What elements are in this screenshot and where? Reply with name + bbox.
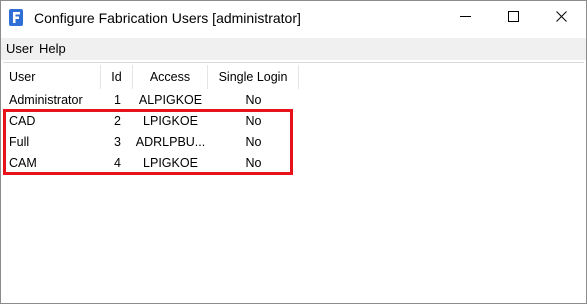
fabrication-users-window: Configure Fabrication Users [administrat…	[0, 0, 587, 304]
minimize-icon	[459, 11, 471, 25]
close-button[interactable]	[538, 1, 584, 35]
title-bar[interactable]: Configure Fabrication Users [administrat…	[1, 1, 586, 37]
maximize-button[interactable]	[490, 1, 536, 35]
cell-access: ALPIGKOE	[138, 93, 203, 107]
list-header: User Id Access Single Login	[3, 65, 299, 89]
fabrication-app-icon	[9, 9, 23, 26]
menu-bar: User Help	[1, 38, 586, 60]
highlight-box	[3, 109, 293, 175]
cell-id: 1	[114, 93, 121, 107]
table-row[interactable]: Administrator 1 ALPIGKOE No	[3, 90, 299, 111]
column-header-id[interactable]: Id	[101, 65, 133, 89]
minimize-button[interactable]	[442, 1, 488, 35]
cell-user: Administrator	[9, 93, 83, 107]
column-header-single-login[interactable]: Single Login	[208, 65, 299, 89]
users-list[interactable]: User Id Access Single Login Administrato…	[3, 62, 584, 302]
column-header-access[interactable]: Access	[133, 65, 208, 89]
menu-user[interactable]: User	[6, 41, 33, 56]
menu-help[interactable]: Help	[39, 41, 66, 56]
window-title: Configure Fabrication Users [administrat…	[34, 10, 301, 26]
close-icon	[555, 11, 567, 25]
cell-single-login: No	[245, 93, 262, 107]
maximize-icon	[507, 11, 519, 25]
column-header-user[interactable]: User	[3, 65, 101, 89]
